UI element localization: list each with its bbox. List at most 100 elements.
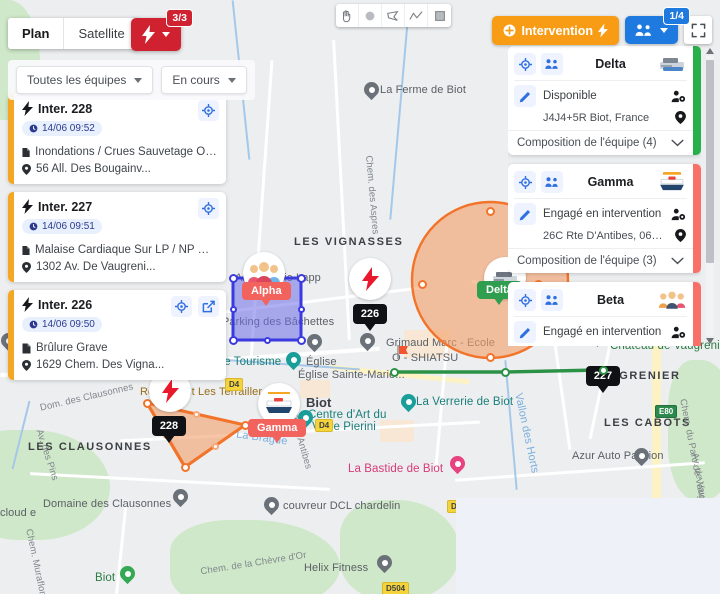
intervention-type-row: Brûlure Grave: [22, 342, 217, 354]
teams-visibility-button[interactable]: 1/4: [625, 7, 690, 44]
team-avatar: [658, 288, 686, 312]
intervention-address: 1302 Av. De Vaugreni...: [36, 261, 156, 273]
rect-midpoint-handle[interactable]: [297, 305, 305, 313]
shape-label-gamma[interactable]: Gamma: [248, 419, 307, 443]
team-status-bar: [693, 282, 701, 346]
rect-vertex-handle[interactable]: [296, 335, 306, 345]
bolt-icon: [142, 25, 155, 44]
intervention-type: Malaise Cardiaque Sur LP / NP Ou VP...: [35, 244, 217, 256]
intervention-locate-button[interactable]: [198, 100, 219, 121]
rect-vertex-handle[interactable]: [228, 273, 238, 283]
target-icon: [175, 300, 188, 313]
intervention-card[interactable]: Inter. 226 14/06 09:50 Brûlure Grave 162…: [8, 290, 226, 380]
intervention-time: 14/06 09:52: [22, 121, 102, 136]
rect-vertex-handle[interactable]: [296, 273, 306, 283]
team-card[interactable]: Gamma Engagé en intervention 26C Rte D'A…: [508, 164, 701, 273]
scroll-up-arrow-icon[interactable]: [704, 46, 716, 56]
intervention-time: 14/06 09:50: [22, 317, 102, 332]
team-edit-status-button[interactable]: [514, 85, 536, 107]
team-edit-status-button[interactable]: [514, 203, 536, 225]
polyline-vertex-handle[interactable]: [389, 367, 399, 377]
intervention-title: Inter. 226: [38, 297, 93, 312]
rect-vertex-handle[interactable]: [228, 335, 238, 345]
team-name: Beta: [596, 293, 625, 307]
rectangle-icon[interactable]: [428, 4, 451, 27]
vehicle-icon: [660, 58, 684, 71]
intervention-title: Inter. 227: [38, 199, 93, 214]
intervention-time: 14/06 09:51: [22, 219, 102, 234]
intervention-list: Inter. 228 14/06 09:52 Inondations / Cru…: [8, 94, 226, 380]
create-intervention-button[interactable]: Intervention: [492, 16, 619, 45]
polygon-midpoint-handle[interactable]: [192, 410, 200, 418]
intervention-marker-227[interactable]: 227: [586, 342, 620, 393]
target-icon: [518, 57, 532, 71]
team-composition-label: Composition de l'équipe (3): [517, 255, 657, 267]
team-composition-toggle[interactable]: Composition de l'équipe (3): [508, 248, 693, 273]
circle-icon[interactable]: [359, 4, 382, 27]
team-status-row: Engagé en intervention: [508, 199, 693, 225]
pan-hand-icon[interactable]: [336, 4, 359, 27]
team-address-row: 484 Chem. Du Micocoulier,...: [508, 343, 693, 346]
intervention-locate-button[interactable]: [198, 198, 219, 219]
basemap-switch[interactable]: Plan Satellite: [8, 18, 139, 49]
team-card[interactable]: Delta Disponible J4J4+5R Biot, France Co…: [508, 46, 701, 155]
bolt-icon: [22, 199, 33, 214]
team-members-button[interactable]: [541, 171, 563, 193]
rect-midpoint-handle[interactable]: [263, 336, 271, 344]
team-members-button[interactable]: [541, 53, 563, 75]
location-pin-icon: [675, 111, 686, 124]
clock-icon: [29, 124, 38, 133]
team-card[interactable]: Beta Engagé en intervention: [508, 282, 701, 346]
status-filter-dropdown[interactable]: En cours: [161, 66, 247, 94]
intervention-marker-228[interactable]: 228: [152, 392, 186, 443]
intervention-locate-button[interactable]: [171, 296, 192, 317]
team-edit-status-button[interactable]: [514, 321, 536, 343]
intervention-edit-button[interactable]: [198, 296, 219, 317]
team-locate-button[interactable]: [514, 53, 536, 75]
intervention-anchor-227[interactable]: [598, 365, 608, 375]
circle-vertex-handle[interactable]: [485, 352, 495, 362]
team-status: Disponible: [543, 90, 597, 102]
basemap-satellite-button[interactable]: Satellite: [64, 18, 139, 49]
bolt-icon: [598, 23, 608, 38]
team-composition-toggle[interactable]: Composition de l'équipe (4): [508, 130, 693, 155]
document-icon: [22, 343, 31, 353]
polygon-midpoint-handle[interactable]: [211, 442, 219, 450]
team-name: Gamma: [587, 175, 634, 189]
intervention-card[interactable]: Inter. 227 14/06 09:51 Malaise Cardiaque…: [8, 192, 226, 282]
draw-tools-toolbar: [336, 4, 451, 27]
person-gear-icon: [671, 90, 686, 102]
team-status-bar: [693, 164, 701, 273]
intervention-time-text: 14/06 09:52: [42, 123, 95, 134]
team-address: J4J4+5R Biot, France: [543, 111, 650, 124]
polyline-vertex-handle[interactable]: [500, 367, 510, 377]
teams-filter-dropdown[interactable]: Toutes les équipes: [16, 66, 154, 94]
create-intervention-label: Intervention: [521, 23, 593, 38]
polygon-icon[interactable]: [382, 4, 405, 27]
intervention-card[interactable]: Inter. 228 14/06 09:52 Inondations / Cru…: [8, 94, 226, 184]
intervention-filter-button[interactable]: 3/3: [131, 9, 193, 51]
team-members-button[interactable]: [541, 289, 563, 311]
polyline-icon[interactable]: [405, 4, 428, 27]
team-avatar: [658, 170, 686, 194]
basemap-plan-button[interactable]: Plan: [8, 18, 64, 49]
circle-vertex-handle[interactable]: [485, 206, 495, 216]
people-group-icon: [545, 177, 558, 187]
shape-label-alpha[interactable]: Alpha: [242, 282, 291, 306]
intervention-marker-226[interactable]: 226: [353, 280, 387, 331]
team-locate-button[interactable]: [514, 171, 536, 193]
team-address-row: 26C Rte D'Antibes, 06410 ...: [508, 225, 693, 248]
document-icon: [22, 147, 30, 157]
polygon-vertex-handle[interactable]: [180, 462, 190, 472]
team-address: 26C Rte D'Antibes, 06410 ...: [543, 229, 668, 242]
team-composition-label: Composition de l'équipe (4): [517, 137, 657, 149]
team-locate-button[interactable]: [514, 289, 536, 311]
rect-midpoint-handle[interactable]: [229, 305, 237, 313]
people-group-icon: [545, 295, 558, 305]
circle-vertex-handle[interactable]: [417, 279, 427, 289]
scroll-down-arrow-icon[interactable]: [704, 336, 716, 346]
team-panel-scrollbar[interactable]: [704, 46, 716, 346]
pencil-icon: [519, 91, 530, 102]
team-panel: Delta Disponible J4J4+5R Biot, France Co…: [508, 46, 716, 346]
scrollbar-thumb[interactable]: [706, 60, 714, 263]
